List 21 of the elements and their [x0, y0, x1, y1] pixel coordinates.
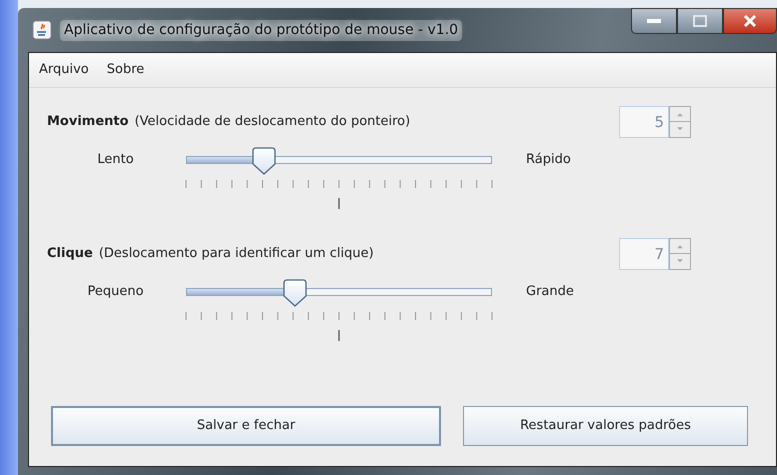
slider-track[interactable]	[186, 156, 492, 164]
maximize-button[interactable]	[677, 8, 723, 34]
max-label: Grande	[525, 282, 575, 301]
setting-title: Movimento	[47, 112, 129, 131]
max-label: Rápido	[525, 150, 572, 169]
setting-title: Clique	[47, 244, 93, 263]
setting-description: (Velocidade de deslocamento do ponteiro)	[134, 112, 410, 131]
action-button[interactable]: Salvar e fechar	[51, 406, 441, 446]
action-button[interactable]: Restaurar valores padrões	[463, 406, 748, 446]
menu-item[interactable]: Sobre	[106, 60, 144, 80]
maximize-icon	[693, 15, 707, 27]
java-icon	[32, 20, 52, 40]
min-label: Pequeno	[86, 282, 145, 301]
minimize-icon	[647, 18, 661, 24]
close-icon	[743, 14, 757, 28]
menu-item[interactable]: Arquivo	[39, 60, 89, 80]
close-button[interactable]	[723, 8, 777, 34]
min-label: Lento	[96, 150, 135, 169]
slider-track[interactable]	[186, 288, 492, 296]
minimize-button[interactable]	[631, 8, 677, 34]
setting-description: (Deslocamento para identificar um clique)	[98, 244, 374, 263]
